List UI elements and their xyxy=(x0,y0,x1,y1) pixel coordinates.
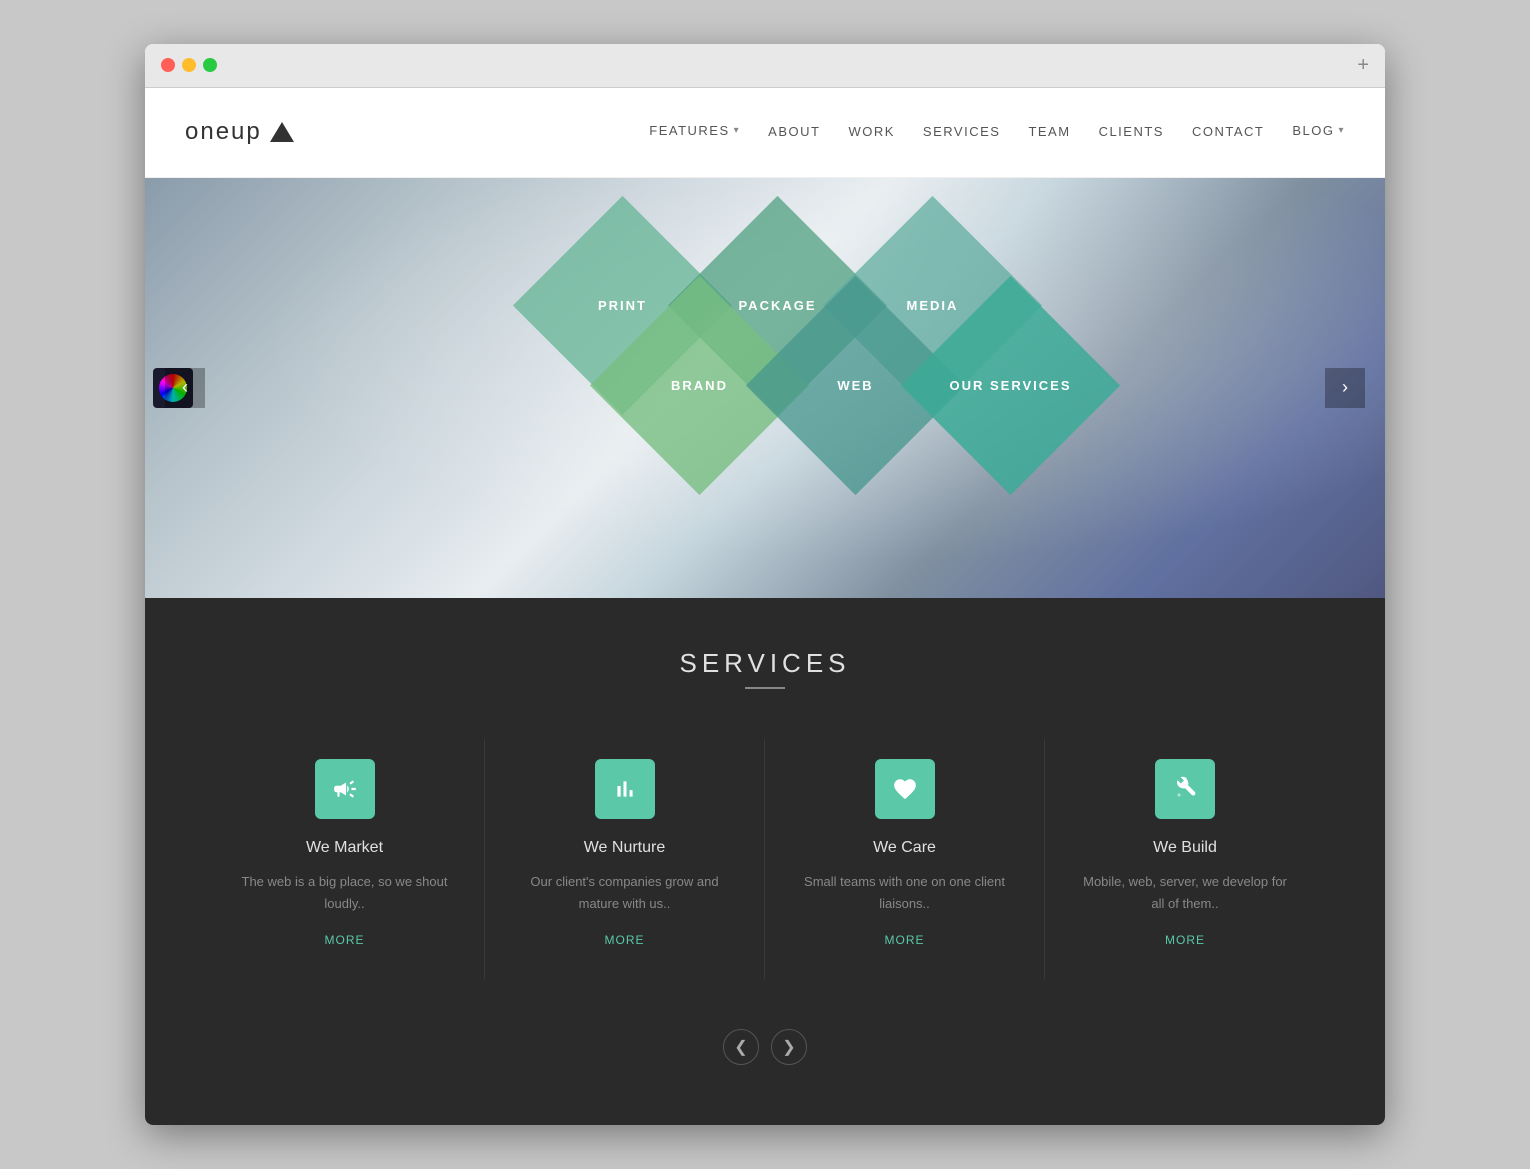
logo-text: oneup xyxy=(185,118,262,146)
hero-prev-button[interactable]: ‹ xyxy=(165,368,205,408)
nav-item-about[interactable]: ABOUT xyxy=(768,123,820,141)
slider-prev-button[interactable]: ❮ xyxy=(723,1029,759,1065)
service-desc-nurture: Our client's companies grow and mature w… xyxy=(515,871,734,915)
nav-item-clients[interactable]: CLIENTS xyxy=(1099,123,1164,141)
logo-triangle-icon xyxy=(270,122,294,142)
service-more-market[interactable]: MORE xyxy=(325,933,365,947)
nav-link-blog[interactable]: BLOG ▾ xyxy=(1292,123,1345,138)
service-title-care: We Care xyxy=(795,839,1014,857)
service-icon-build xyxy=(1155,759,1215,819)
chevron-down-icon-blog: ▾ xyxy=(1338,125,1345,136)
nav-link-contact[interactable]: CONTACT xyxy=(1192,124,1264,139)
dot-red[interactable] xyxy=(161,58,175,72)
megaphone-icon xyxy=(332,776,358,802)
browser-window: + oneup FEATURES ▾ ABOUT WORK SERVICES xyxy=(145,44,1385,1125)
service-more-build[interactable]: MORE xyxy=(1165,933,1205,947)
slider-controls: ❮ ❯ xyxy=(205,1029,1325,1065)
service-desc-market: The web is a big place, so we shout loud… xyxy=(235,871,454,915)
service-more-nurture[interactable]: MORE xyxy=(605,933,645,947)
browser-dots xyxy=(161,58,217,72)
service-icon-nurture xyxy=(595,759,655,819)
wrench-icon xyxy=(1172,776,1198,802)
nav-link-services[interactable]: SERVICES xyxy=(923,124,1001,139)
dot-green[interactable] xyxy=(203,58,217,72)
navbar: oneup FEATURES ▾ ABOUT WORK SERVICES TEA… xyxy=(145,88,1385,178)
diamond-our-services-label: OUR SERVICES xyxy=(933,378,1088,393)
nav-item-blog[interactable]: BLOG ▾ xyxy=(1292,123,1345,141)
nav-item-team[interactable]: TEAM xyxy=(1028,123,1070,141)
bar-chart-icon xyxy=(612,776,638,802)
service-card-care: We Care Small teams with one on one clie… xyxy=(765,739,1045,979)
service-title-build: We Build xyxy=(1075,839,1295,857)
browser-plus-button[interactable]: + xyxy=(1357,54,1369,77)
service-title-nurture: We Nurture xyxy=(515,839,734,857)
service-card-build: We Build Mobile, web, server, we develop… xyxy=(1045,739,1325,979)
service-icon-market xyxy=(315,759,375,819)
hero-section: ‹ PRINT PACKAGE MEDIA BRAND xyxy=(145,178,1385,598)
logo[interactable]: oneup xyxy=(185,118,294,146)
nav-item-services[interactable]: SERVICES xyxy=(923,123,1001,141)
nav-label-features: FEATURES xyxy=(649,123,729,138)
nav-link-features[interactable]: FEATURES ▾ xyxy=(649,123,740,138)
services-grid: We Market The web is a big place, so we … xyxy=(205,739,1325,979)
nav-label-blog: BLOG xyxy=(1292,123,1334,138)
service-card-market: We Market The web is a big place, so we … xyxy=(205,739,485,979)
hero-next-button[interactable]: › xyxy=(1325,368,1365,408)
services-divider xyxy=(745,687,785,689)
diamond-grid: PRINT PACKAGE MEDIA BRAND WE xyxy=(485,228,1045,548)
browser-chrome: + xyxy=(145,44,1385,88)
chevron-down-icon: ▾ xyxy=(734,125,741,136)
nav-link-clients[interactable]: CLIENTS xyxy=(1099,124,1164,139)
service-desc-care: Small teams with one on one client liais… xyxy=(795,871,1014,915)
nav-link-about[interactable]: ABOUT xyxy=(768,124,820,139)
service-desc-build: Mobile, web, server, we develop for all … xyxy=(1075,871,1295,915)
nav-item-features[interactable]: FEATURES ▾ xyxy=(649,123,740,141)
slider-next-button[interactable]: ❯ xyxy=(771,1029,807,1065)
service-icon-care xyxy=(875,759,935,819)
dot-yellow[interactable] xyxy=(182,58,196,72)
service-more-care[interactable]: MORE xyxy=(885,933,925,947)
services-section: SERVICES We Market The web is a big plac… xyxy=(145,598,1385,1125)
nav-item-contact[interactable]: CONTACT xyxy=(1192,123,1264,141)
heart-icon xyxy=(892,776,918,802)
nav-link-work[interactable]: WORK xyxy=(848,124,894,139)
nav-item-work[interactable]: WORK xyxy=(848,123,894,141)
service-card-nurture: We Nurture Our client's companies grow a… xyxy=(485,739,765,979)
nav-link-team[interactable]: TEAM xyxy=(1028,124,1070,139)
nav-links: FEATURES ▾ ABOUT WORK SERVICES TEAM CLIE… xyxy=(649,123,1345,141)
services-heading: SERVICES xyxy=(205,648,1325,679)
service-title-market: We Market xyxy=(235,839,454,857)
